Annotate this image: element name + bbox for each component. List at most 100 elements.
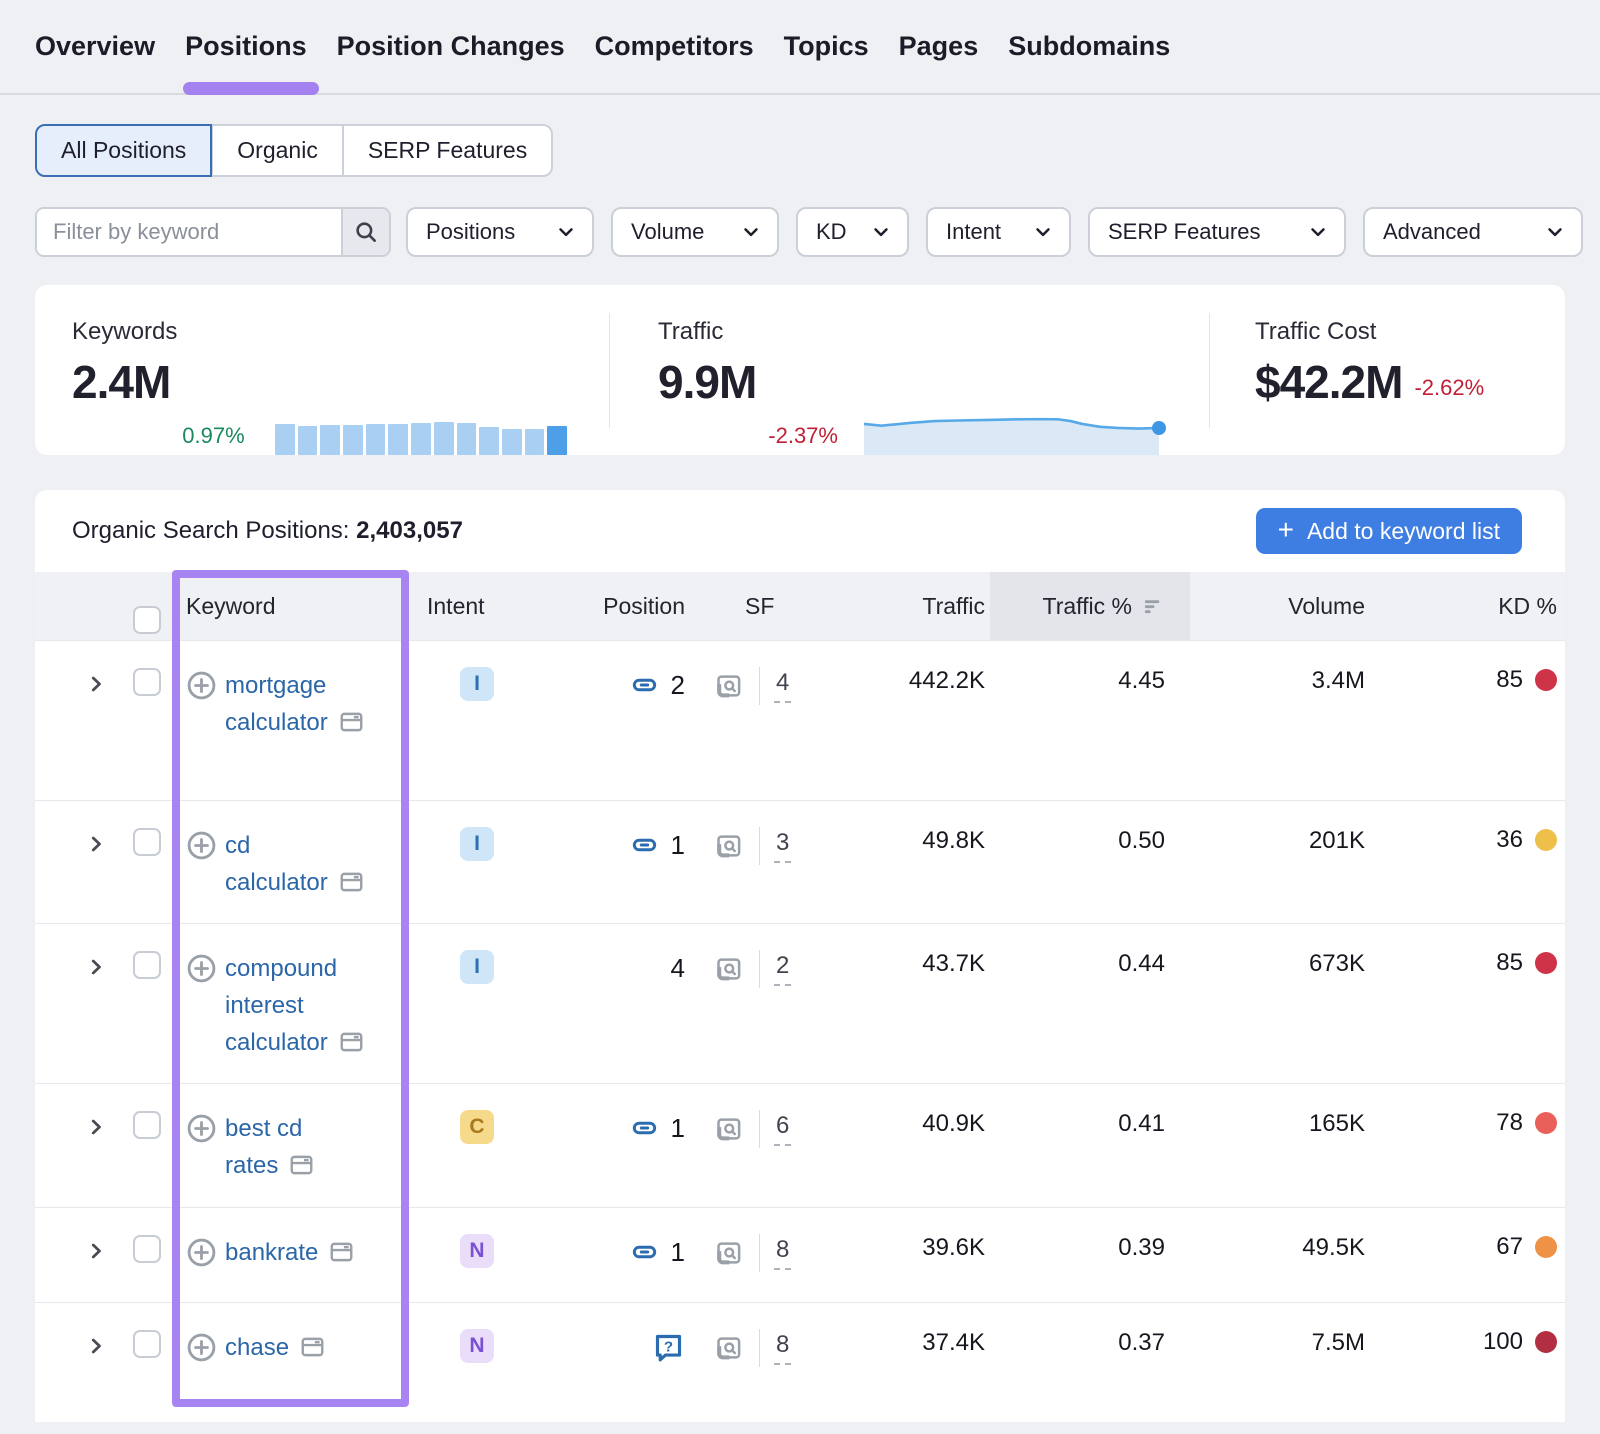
filter-advanced-label: Advanced [1383, 219, 1481, 245]
serp-snapshot-icon[interactable] [298, 1334, 327, 1360]
position-value: 1 [671, 830, 685, 861]
filter-kd-dropdown[interactable]: KD [796, 207, 909, 257]
add-to-keyword-list-button[interactable]: + Add to keyword list [1256, 508, 1522, 554]
expand-row-button[interactable] [35, 801, 123, 923]
column-header-intent[interactable]: Intent [397, 572, 520, 640]
row-checkbox[interactable] [133, 668, 161, 696]
row-checkbox[interactable] [133, 1235, 161, 1263]
link-icon[interactable] [629, 1239, 660, 1265]
column-header-traffic[interactable]: Traffic [800, 572, 990, 640]
expand-row-button[interactable] [35, 1208, 123, 1302]
sf-count[interactable]: 6 [774, 1112, 791, 1146]
kd-value: 100 [1483, 1328, 1523, 1356]
trend-endpoint-dot [1152, 421, 1166, 435]
serp-snapshot-icon[interactable] [287, 1152, 316, 1178]
column-header-kd[interactable]: KD % [1375, 572, 1565, 640]
tab-position-changes[interactable]: Position Changes [337, 0, 565, 93]
column-header-volume[interactable]: Volume [1190, 572, 1375, 640]
add-keyword-icon[interactable] [186, 1113, 217, 1144]
serp-snapshot-icon[interactable] [327, 1239, 356, 1265]
sf-count[interactable]: 8 [774, 1236, 791, 1270]
tab-subdomains[interactable]: Subdomains [1008, 0, 1170, 93]
serp-snapshot-icon[interactable] [337, 1029, 366, 1055]
tab-topics[interactable]: Topics [784, 0, 869, 93]
kd-difficulty-dot [1535, 1331, 1557, 1353]
filter-kd-label: KD [816, 219, 847, 245]
keyword-link[interactable]: cd calculator [225, 827, 393, 901]
filter-positions-label: Positions [426, 219, 515, 245]
question-bubble-icon[interactable] [652, 1331, 685, 1364]
expand-row-button[interactable] [35, 924, 123, 1083]
filter-volume-dropdown[interactable]: Volume [611, 207, 779, 257]
position-value: 2 [671, 670, 685, 701]
filter-positions-dropdown[interactable]: Positions [406, 207, 594, 257]
column-header-traffic-pct[interactable]: Traffic % [990, 572, 1190, 640]
position-value: 1 [671, 1113, 685, 1144]
expand-row-button[interactable] [35, 1303, 123, 1400]
table-row: mortgage calculator I 2 4 442.2K 4.45 3.… [35, 640, 1565, 800]
row-checkbox[interactable] [133, 1111, 161, 1139]
keyword-link[interactable]: best cd rates [225, 1110, 393, 1184]
stat-keywords: Keywords 2.4M 0.97% [35, 285, 609, 455]
serp-snapshot-icon[interactable] [337, 709, 366, 735]
keyword-link[interactable]: bankrate [225, 1234, 393, 1271]
stat-traffic-cost-change: -2.62% [1414, 375, 1484, 401]
row-checkbox[interactable] [133, 1330, 161, 1358]
serp-preview-icon[interactable] [712, 1238, 745, 1268]
serp-preview-icon[interactable] [712, 1333, 745, 1363]
keyword-filter-input[interactable] [37, 209, 341, 255]
segment-serp-features[interactable]: SERP Features [343, 124, 553, 177]
expand-row-button[interactable] [35, 1084, 123, 1207]
tab-pages[interactable]: Pages [899, 0, 979, 93]
kd-value: 85 [1496, 666, 1523, 694]
column-header-position[interactable]: Position [520, 572, 690, 640]
filter-advanced-dropdown[interactable]: Advanced [1363, 207, 1583, 257]
link-icon[interactable] [629, 832, 660, 858]
chevron-down-icon [1544, 221, 1566, 243]
column-header-sf[interactable]: SF [690, 572, 800, 640]
table-row: compound interest calculator I 4 2 43.7K… [35, 923, 1565, 1083]
link-icon[interactable] [629, 672, 660, 698]
kd-difficulty-dot [1535, 669, 1557, 691]
tab-competitors[interactable]: Competitors [595, 0, 754, 93]
add-keyword-icon[interactable] [186, 670, 217, 701]
sf-count[interactable]: 2 [774, 952, 791, 986]
keyword-link[interactable]: compound interest calculator [225, 950, 393, 1061]
link-icon[interactable] [629, 1115, 660, 1141]
chevron-right-icon [85, 673, 107, 695]
add-keyword-icon[interactable] [186, 953, 217, 984]
table-header-row: Keyword Intent Position SF Traffic Traff… [35, 572, 1565, 640]
keyword-filter-search-button[interactable] [341, 209, 389, 255]
table-row: chase N 8 37.4K 0.37 7.5M 100 [35, 1302, 1565, 1400]
chevron-right-icon [85, 956, 107, 978]
select-all-checkbox[interactable] [133, 606, 161, 634]
tab-overview[interactable]: Overview [35, 0, 155, 93]
column-header-keyword[interactable]: Keyword [172, 572, 397, 640]
add-keyword-icon[interactable] [186, 830, 217, 861]
add-keyword-icon[interactable] [186, 1332, 217, 1363]
filter-serp-features-dropdown[interactable]: SERP Features [1088, 207, 1346, 257]
divider [759, 1110, 760, 1148]
row-checkbox[interactable] [133, 951, 161, 979]
keyword-link[interactable]: chase [225, 1329, 393, 1366]
keyword-link[interactable]: mortgage calculator [225, 667, 393, 741]
sf-count[interactable]: 4 [774, 669, 791, 703]
serp-preview-icon[interactable] [712, 831, 745, 861]
serp-preview-icon[interactable] [712, 954, 745, 984]
serp-preview-icon[interactable] [712, 671, 745, 701]
filter-intent-dropdown[interactable]: Intent [926, 207, 1071, 257]
row-checkbox[interactable] [133, 828, 161, 856]
tab-positions[interactable]: Positions [185, 0, 307, 93]
serp-snapshot-icon[interactable] [337, 869, 366, 895]
stat-traffic-value: 9.9M [658, 360, 756, 404]
serp-preview-icon[interactable] [712, 1114, 745, 1144]
sf-count[interactable]: 8 [774, 1331, 791, 1365]
sf-count[interactable]: 3 [774, 829, 791, 863]
add-keyword-icon[interactable] [186, 1237, 217, 1268]
summary-stats-card: Keywords 2.4M 0.97% Traffic 9.9M -2.37% … [35, 285, 1565, 455]
expand-row-button[interactable] [35, 641, 123, 800]
kd-value: 78 [1496, 1109, 1523, 1137]
volume-value: 165K [1190, 1084, 1375, 1207]
segment-all-positions[interactable]: All Positions [35, 124, 212, 177]
segment-organic[interactable]: Organic [212, 124, 343, 177]
